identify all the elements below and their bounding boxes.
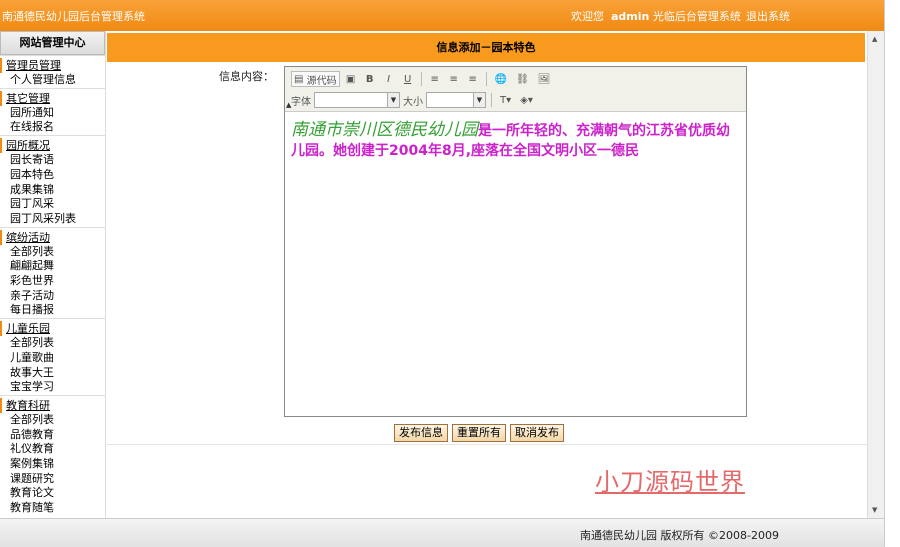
sidebar-title: 网站管理中心	[0, 31, 105, 55]
publish-button[interactable]: 发布信息	[394, 424, 448, 442]
source-code-button[interactable]: ▤ 源代码	[291, 71, 340, 87]
sidebar-item[interactable]: 案例集锦	[0, 457, 105, 472]
sidebar-item[interactable]: 彩色世界	[0, 274, 105, 289]
sidebar-item[interactable]: 个人管理信息	[0, 73, 105, 88]
welcome-text: 欢迎您 admin 光临后台管理系统	[571, 10, 741, 23]
window-edge	[884, 0, 900, 547]
sidebar-section: 管理员管理 个人管理信息	[0, 55, 105, 88]
collapse-toolbar-icon[interactable]: ▲	[286, 101, 291, 109]
page-title: 信息添加－园本特色	[107, 33, 865, 62]
sidebar-item[interactable]: 礼仪教育	[0, 442, 105, 457]
sidebar-item[interactable]: 园长寄语	[0, 153, 105, 168]
text-color-icon[interactable]: T▾	[497, 92, 514, 108]
bold-icon[interactable]: B	[362, 71, 378, 87]
sidebar-section-title[interactable]: 其它管理	[0, 90, 105, 106]
background-color-icon[interactable]: ◈▾	[517, 92, 536, 108]
vertical-scrollbar[interactable]: ▲ ▼	[867, 31, 884, 518]
sidebar-item[interactable]: 园丁风采列表	[0, 212, 105, 227]
chevron-down-icon: ▼	[473, 93, 485, 107]
align-right-icon[interactable]: ≡	[465, 71, 481, 87]
image-icon[interactable]: 🖼	[535, 71, 554, 87]
reset-button[interactable]: 重置所有	[452, 424, 506, 442]
sidebar-section: 缤纷活动 全部列表 翩翩起舞 彩色世界 亲子活动 每日播报	[0, 226, 105, 319]
sidebar-item[interactable]: 园本特色	[0, 168, 105, 183]
sidebar-section-title[interactable]: 儿童乐园	[0, 321, 105, 337]
sidebar-item[interactable]: 宝宝学习	[0, 380, 105, 395]
sidebar-item[interactable]: 在线报名	[0, 120, 105, 135]
sidebar-section-title[interactable]: 缤纷活动	[0, 229, 105, 245]
sidebar-item[interactable]: 园丁风采	[0, 197, 105, 212]
sidebar-item[interactable]: 教育随笔	[0, 501, 105, 516]
content-lead-text: 南通市崇川区德民幼儿园	[291, 120, 478, 140]
size-label: 大小	[403, 96, 423, 108]
font-size-select[interactable]: ▼	[426, 92, 486, 108]
scroll-down-icon[interactable]: ▼	[872, 506, 877, 514]
align-left-icon[interactable]: ≡	[427, 71, 443, 87]
sidebar-item[interactable]: 每日播报	[0, 303, 105, 318]
main-panel: 信息添加－园本特色 信息内容： ▤ 源代码 ▣ B I U ≡ ≡ ≡ 🌐 ⛓ …	[107, 31, 867, 518]
editor-toolbar: ▤ 源代码 ▣ B I U ≡ ≡ ≡ 🌐 ⛓ 🖼 字体 ▼ 大小 ▼ T▾ ◈…	[285, 67, 746, 112]
paste-icon[interactable]: ▣	[343, 71, 359, 87]
align-center-icon[interactable]: ≡	[446, 71, 462, 87]
sidebar-item[interactable]: 儿童歌曲	[0, 351, 105, 366]
chevron-down-icon: ▼	[387, 93, 399, 107]
logout-link[interactable]: 退出系统	[746, 8, 790, 24]
sidebar-section: 教育科研 全部列表 品德教育 礼仪教育 案例集锦 课题研究 教育论文 教育随笔	[0, 394, 105, 516]
form-actions: 发布信息 重置所有 取消发布	[394, 424, 564, 442]
italic-icon[interactable]: I	[381, 71, 397, 87]
link-icon[interactable]: 🌐	[492, 71, 510, 87]
button-band	[107, 444, 867, 518]
username: admin	[611, 10, 650, 23]
watermark-text: 小刀源码世界	[595, 468, 745, 496]
unlink-icon[interactable]: ⛓	[513, 71, 532, 87]
underline-icon[interactable]: U	[400, 71, 416, 87]
sidebar-item[interactable]: 品德教育	[0, 428, 105, 443]
cancel-button[interactable]: 取消发布	[510, 424, 564, 442]
sidebar-item[interactable]: 翩翩起舞	[0, 259, 105, 274]
sidebar-item[interactable]: 课题研究	[0, 472, 105, 487]
sidebar-item[interactable]: 亲子活动	[0, 289, 105, 304]
sidebar-section-title[interactable]: 管理员管理	[0, 58, 105, 73]
sidebar-item[interactable]: 教育论文	[0, 486, 105, 501]
top-bar: 南通德民幼儿园后台管理系统 欢迎您 admin 光临后台管理系统 退出系统	[0, 0, 884, 31]
sidebar-section-title[interactable]: 教育科研	[0, 397, 105, 413]
toolbar-divider	[491, 93, 492, 107]
site-title: 南通德民幼儿园后台管理系统	[2, 10, 145, 23]
sidebar-item[interactable]: 园所通知	[0, 106, 105, 121]
font-label: 字体	[291, 96, 311, 108]
sidebar-section: 儿童乐园 全部列表 儿童歌曲 故事大王 宝宝学习	[0, 318, 105, 395]
sidebar-item[interactable]: 全部列表	[0, 413, 105, 428]
sidebar-section: 其它管理 园所通知 在线报名	[0, 87, 105, 135]
toolbar-divider	[485, 72, 487, 86]
font-family-select[interactable]: ▼	[314, 92, 400, 108]
copyright-text: 南通德民幼儿园 版权所有 ©2008-2009	[580, 529, 779, 542]
sidebar-item[interactable]: 成果集锦	[0, 183, 105, 198]
sidebar-item[interactable]: 全部列表	[0, 336, 105, 351]
scroll-up-icon[interactable]: ▲	[872, 35, 877, 43]
sidebar-item[interactable]: 全部列表	[0, 245, 105, 260]
content-field-label: 信息内容：	[219, 70, 274, 83]
footer: 南通德民幼儿园 版权所有 ©2008-2009	[0, 518, 884, 547]
sidebar-section: 园所概况 园长寄语 园本特色 成果集锦 园丁风采 园丁风采列表	[0, 135, 105, 227]
sidebar-section-title[interactable]: 园所概况	[0, 138, 105, 154]
rich-text-editor[interactable]: ▤ 源代码 ▣ B I U ≡ ≡ ≡ 🌐 ⛓ 🖼 字体 ▼ 大小 ▼ T▾ ◈…	[284, 66, 747, 417]
sidebar-item[interactable]: 故事大王	[0, 366, 105, 381]
toolbar-divider	[420, 72, 422, 86]
sidebar: 网站管理中心 管理员管理 个人管理信息 其它管理 园所通知 在线报名 园所概况 园长寄语 园本…	[0, 31, 106, 518]
editor-content[interactable]: 南通市崇川区德民幼儿园是一所年轻的、充满朝气的江苏省优质幼儿园。她创建于2004…	[291, 120, 741, 161]
